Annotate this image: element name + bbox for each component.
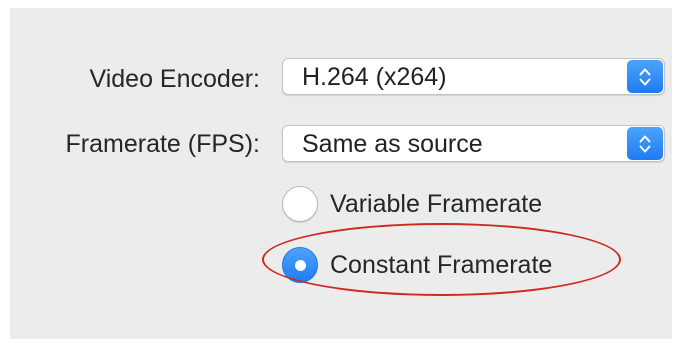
video-encoder-label: Video Encoder: (89, 65, 261, 93)
highlight-ellipse-annotation (262, 223, 621, 296)
chevron-up-down-icon (627, 127, 663, 160)
framerate-value: Same as source (302, 130, 483, 158)
video-encoder-popup[interactable]: H.264 (x264) (282, 58, 665, 95)
variable-framerate-radio[interactable] (282, 186, 318, 222)
chevron-up-down-icon (627, 60, 663, 93)
variable-framerate-label: Variable Framerate (330, 190, 543, 218)
video-encoder-value: H.264 (x264) (302, 63, 447, 91)
framerate-label: Framerate (FPS): (65, 130, 260, 158)
framerate-popup[interactable]: Same as source (282, 125, 665, 162)
